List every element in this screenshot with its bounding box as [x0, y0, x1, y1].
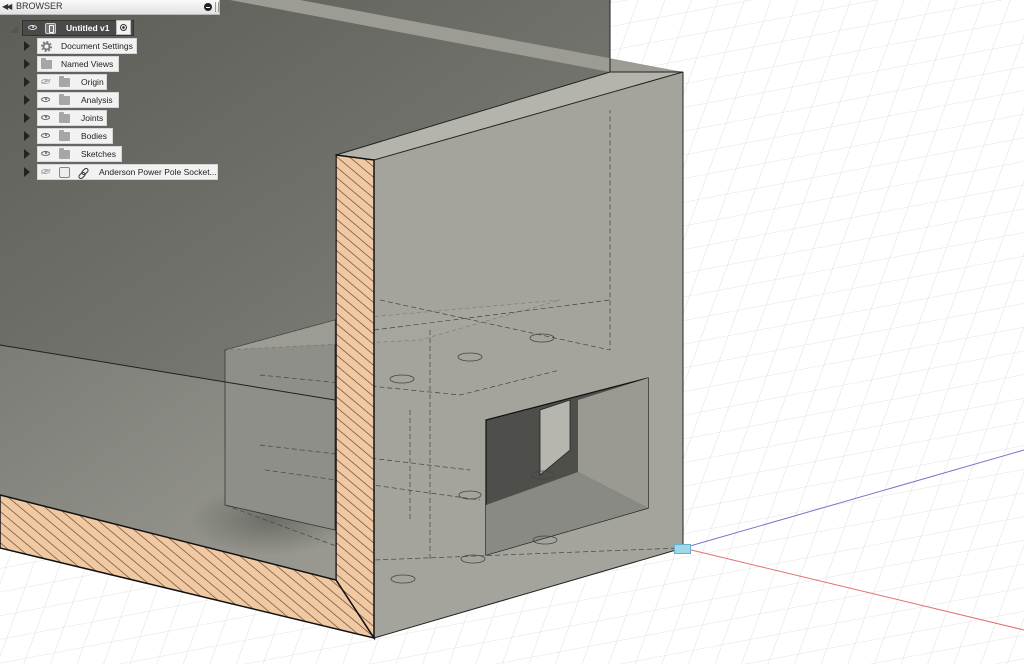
expand-icon[interactable]: [24, 131, 30, 141]
browser-panel: ◀◀ BROWSER Untitled v1 Document Settings…: [0, 0, 220, 182]
expand-icon[interactable]: [24, 41, 30, 51]
folder-icon: [59, 148, 70, 159]
expand-icon[interactable]: [24, 77, 30, 87]
gear-icon: [41, 41, 52, 52]
browser-item[interactable]: Sketches: [37, 146, 122, 162]
folder-icon: [59, 94, 70, 105]
browser-header: ◀◀ BROWSER: [0, 0, 220, 15]
item-label: Bodies: [81, 131, 107, 141]
item-label: Joints: [81, 113, 104, 123]
resize-grip-icon[interactable]: [215, 2, 219, 12]
activate-radio-icon[interactable]: [116, 20, 131, 35]
component-icon: [59, 167, 70, 178]
link-icon: [78, 168, 88, 178]
eye-icon[interactable]: [41, 115, 50, 120]
folder-icon: [59, 130, 70, 141]
browser-item[interactable]: Bodies: [37, 128, 113, 144]
item-label: Origin: [81, 77, 104, 87]
browser-item[interactable]: Anderson Power Pole Socket...: [37, 164, 218, 180]
browser-item[interactable]: Document Settings: [37, 38, 137, 54]
item-label: Analysis: [81, 95, 113, 105]
section-cut-wall: [335, 154, 375, 641]
eye-icon[interactable]: [41, 151, 50, 156]
document-icon: [45, 23, 56, 34]
browser-item[interactable]: Joints: [37, 110, 107, 126]
item-label: Anderson Power Pole Socket...: [99, 167, 217, 177]
browser-item[interactable]: Origin: [37, 74, 107, 90]
expand-icon[interactable]: [24, 149, 30, 159]
browser-item[interactable]: Named Views: [37, 56, 119, 72]
collapse-root-icon[interactable]: [10, 25, 18, 33]
expand-icon[interactable]: [24, 167, 30, 177]
collapse-panel-icon[interactable]: ◀◀: [2, 2, 12, 11]
root-label: Untitled v1: [66, 23, 110, 33]
folder-icon: [59, 76, 70, 87]
folder-icon: [59, 112, 70, 123]
right-outer-face: [374, 72, 683, 638]
expand-icon[interactable]: [24, 113, 30, 123]
eye-hidden-icon[interactable]: [41, 169, 50, 174]
socket-housing: [224, 319, 336, 531]
expand-icon[interactable]: [24, 59, 30, 69]
browser-title: BROWSER: [16, 1, 63, 11]
eye-icon[interactable]: [28, 25, 37, 30]
item-label: Document Settings: [61, 41, 133, 51]
item-label: Sketches: [81, 149, 116, 159]
browser-item[interactable]: Analysis: [37, 92, 119, 108]
eye-icon[interactable]: [41, 97, 50, 102]
minimize-icon[interactable]: [204, 3, 212, 11]
eye-hidden-icon[interactable]: [41, 79, 50, 84]
item-label: Named Views: [61, 59, 114, 69]
folder-icon: [41, 58, 52, 69]
origin-marker[interactable]: [674, 544, 691, 554]
expand-icon[interactable]: [24, 95, 30, 105]
eye-icon[interactable]: [41, 133, 50, 138]
